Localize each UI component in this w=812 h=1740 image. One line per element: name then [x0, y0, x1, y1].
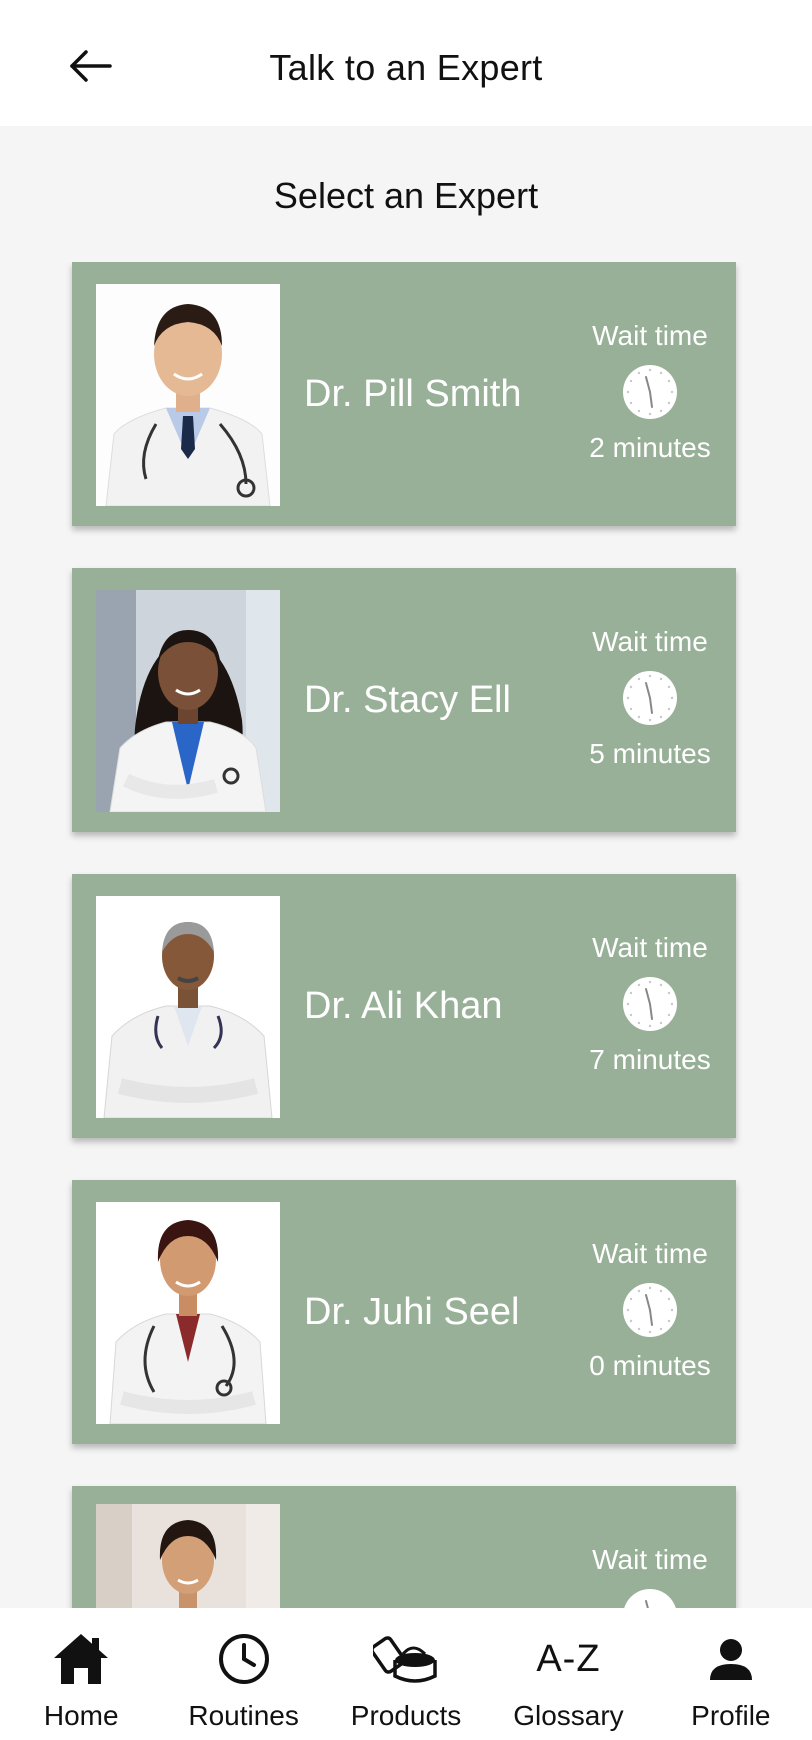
wait-time-label: Wait time — [592, 1544, 708, 1575]
wait-time-label: Wait time — [592, 1238, 708, 1269]
expert-photo — [96, 896, 280, 1118]
nav-routines[interactable]: Routines — [162, 1608, 324, 1740]
bottom-navigation: Home Routines Products A-Z Glossary Prof… — [0, 1608, 812, 1740]
wait-time-value: 2 minutes — [589, 432, 711, 463]
wait-time-label: Wait time — [592, 932, 708, 963]
expert-list[interactable]: Dr. Pill Smith Wait time 2 minutes Dr. S… — [0, 262, 812, 1608]
wait-time-value: 0 minutes — [589, 1350, 711, 1381]
wait-time: Wait time 7 minutes — [580, 932, 720, 1076]
clock-icon — [623, 671, 677, 725]
expert-name: Dr. Ali Khan — [304, 984, 503, 1027]
a-z-icon: A-Z — [536, 1637, 601, 1680]
nav-label: Glossary — [513, 1700, 624, 1731]
nav-glossary[interactable]: A-Z Glossary — [487, 1608, 649, 1740]
wait-time: Wait time — [580, 1544, 720, 1608]
expert-name: Dr. Pill Smith — [304, 372, 522, 415]
clock-icon — [623, 365, 677, 419]
section-title: Select an Expert — [273, 175, 539, 216]
wait-time-label: Wait time — [592, 320, 708, 351]
expert-name: Dr. Juhi Seel — [304, 1290, 520, 1333]
expert-card[interactable]: Dr. Stacy Ell Wait time 5 minutes — [72, 568, 736, 832]
wait-time: Wait time 2 minutes — [580, 320, 720, 464]
clock-icon — [624, 1589, 676, 1608]
nav-profile[interactable]: Profile — [650, 1608, 812, 1740]
top-bar: Talk to an Expert — [0, 0, 812, 126]
wait-time: Wait time 5 minutes — [580, 626, 720, 770]
wait-time: Wait time 0 minutes — [580, 1238, 720, 1382]
nav-label: Routines — [188, 1700, 299, 1731]
clock-icon — [623, 1283, 677, 1337]
expert-photo — [96, 1504, 280, 1608]
nav-label: Profile — [691, 1700, 771, 1731]
expert-photo — [96, 284, 280, 506]
nav-products[interactable]: Products — [325, 1608, 487, 1740]
nav-label: Home — [43, 1700, 119, 1731]
home-icon — [54, 1634, 109, 1684]
clock-icon — [218, 1634, 269, 1684]
person-icon — [709, 1639, 752, 1680]
expert-name: Dr. Stacy Ell — [304, 678, 511, 721]
wait-time-value: 5 minutes — [589, 738, 711, 769]
nav-home[interactable]: Home — [0, 1608, 162, 1740]
wait-time-label: Wait time — [592, 626, 708, 657]
wait-time-value: 7 minutes — [589, 1044, 711, 1075]
nav-label: Products — [350, 1700, 462, 1731]
expert-card[interactable]: Wait time — [72, 1486, 736, 1608]
expert-photo — [96, 1202, 280, 1424]
expert-card[interactable]: Dr. Pill Smith Wait time 2 minutes — [72, 262, 736, 526]
products-icon — [373, 1636, 437, 1683]
clock-icon — [623, 977, 677, 1031]
expert-card[interactable]: Dr. Ali Khan Wait time 7 minutes — [72, 874, 736, 1138]
expert-card[interactable]: Dr. Juhi Seel Wait time 0 minutes — [72, 1180, 736, 1444]
expert-photo — [96, 590, 280, 812]
page-title: Talk to an Expert — [269, 47, 543, 88]
